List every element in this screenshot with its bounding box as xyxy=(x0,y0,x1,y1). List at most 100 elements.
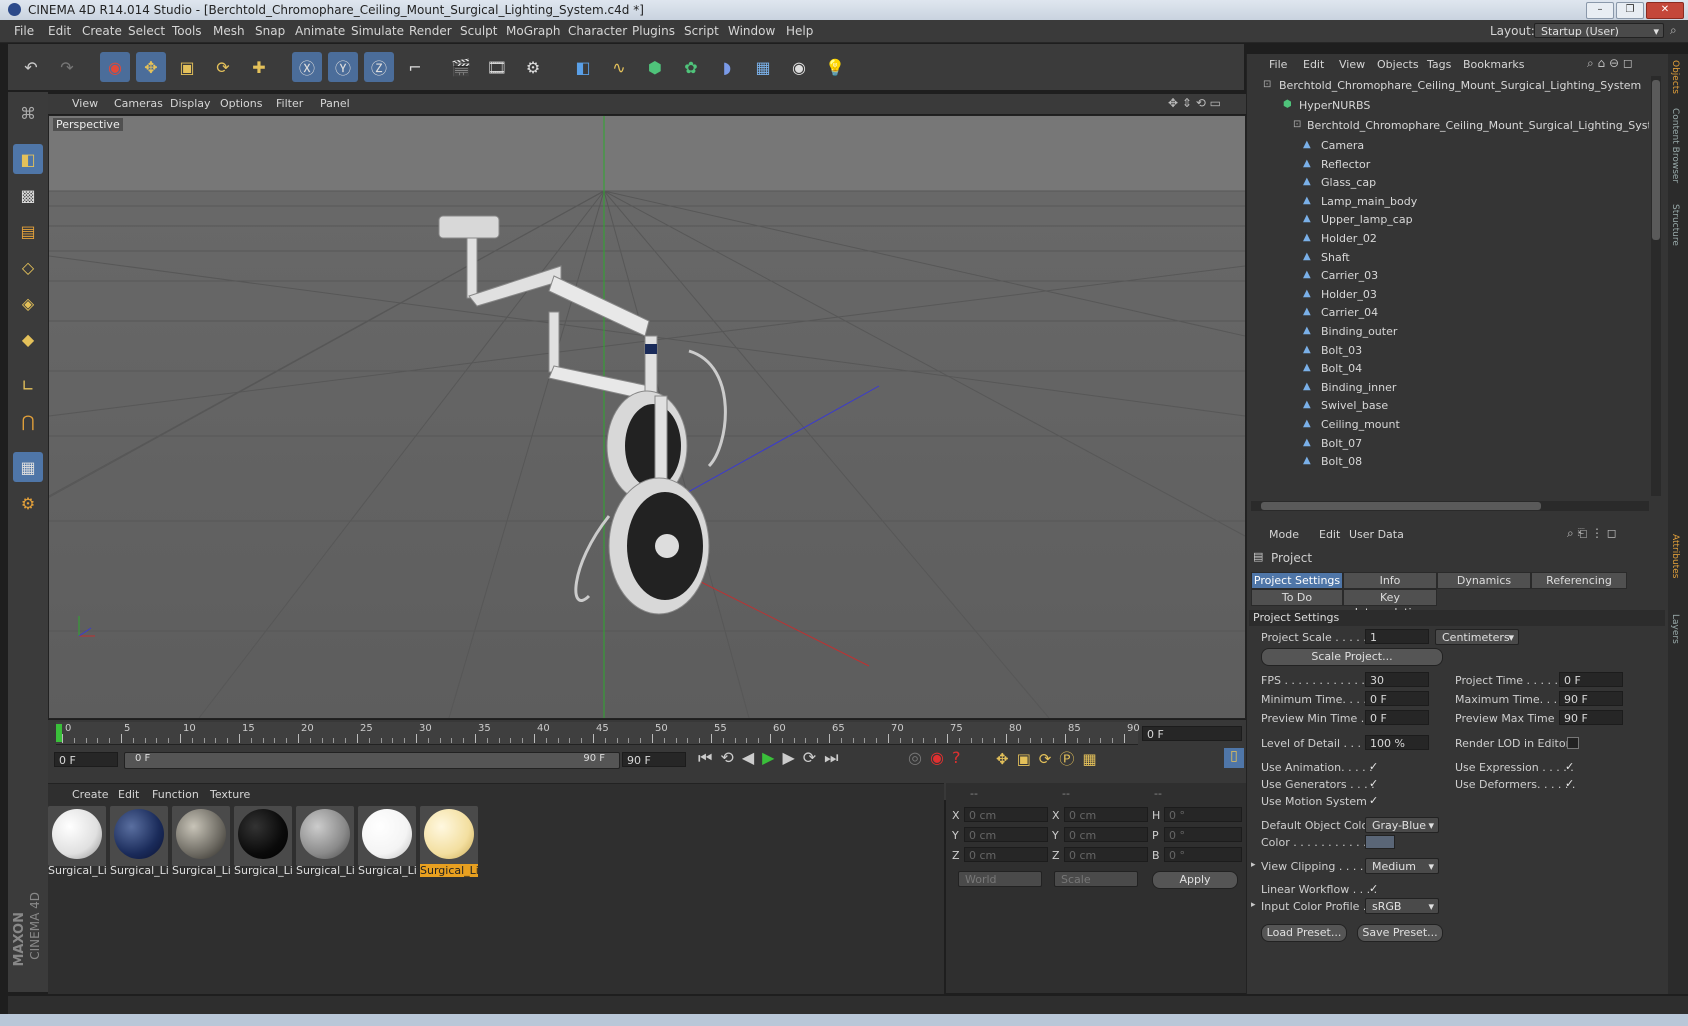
project-time-field[interactable]: 0 F xyxy=(1559,672,1623,687)
vp-menu-cameras[interactable]: Cameras xyxy=(114,97,163,110)
tree-row-object[interactable]: ▲ Ceiling_mount xyxy=(1247,415,1647,435)
material-thumb[interactable]: Surgical_Li xyxy=(110,806,168,877)
menu-mograph[interactable]: MoGraph xyxy=(506,24,561,38)
layout-dropdown[interactable]: Startup (User) ▾ xyxy=(1534,23,1664,38)
z-axis-lock-icon[interactable]: Ⓩ xyxy=(364,52,394,82)
obj-menu-bookmarks[interactable]: Bookmarks xyxy=(1463,58,1524,71)
move-tool-icon[interactable]: ✥ xyxy=(136,52,166,82)
load-preset-button[interactable]: Load Preset... xyxy=(1261,924,1347,942)
key-pla-icon[interactable]: ▦ xyxy=(1082,750,1104,768)
tree-row-object[interactable]: ▲ Reflector xyxy=(1247,155,1647,175)
tree-row-object[interactable]: ▲ Carrier_03 xyxy=(1247,266,1647,286)
attr-menu-user-data[interactable]: User Data xyxy=(1349,528,1404,541)
use-deformers-checkbox[interactable]: ✓ xyxy=(1565,778,1575,789)
render-lod-checkbox[interactable] xyxy=(1567,737,1579,749)
go-end-icon[interactable]: ⏭ xyxy=(824,748,846,767)
fps-field[interactable]: 30 xyxy=(1365,672,1429,687)
tree-row-object[interactable]: ▲ Carrier_04 xyxy=(1247,303,1647,323)
texture-mode-icon[interactable]: ▩ xyxy=(13,180,43,210)
object-tree-hscrollbar[interactable] xyxy=(1251,501,1649,511)
menu-mesh[interactable]: Mesh xyxy=(213,24,245,38)
position-y-field[interactable]: 0 cm xyxy=(964,827,1048,842)
tree-row-object[interactable]: ▲ Camera xyxy=(1247,136,1647,156)
minimize-button[interactable]: – xyxy=(1586,2,1614,19)
array-icon[interactable]: ✿ xyxy=(676,52,706,82)
add-tool-icon[interactable]: ✚ xyxy=(244,52,274,82)
preview-max-field[interactable]: 90 F xyxy=(1559,710,1623,725)
obj-menu-file[interactable]: File xyxy=(1269,58,1287,71)
tree-row-object[interactable]: ▲ Swivel_base xyxy=(1247,396,1647,416)
vp-menu-view[interactable]: View xyxy=(72,97,98,110)
menu-select[interactable]: Select xyxy=(128,24,165,38)
obj-toolbar-icons[interactable]: ⌕ ⌂ ⊖ ◻ xyxy=(1587,56,1633,71)
tab-to-do[interactable]: To Do xyxy=(1251,589,1343,606)
project-scale-unit-dropdown[interactable]: Centimeters ▾ xyxy=(1435,629,1519,645)
tree-row-hypernurbs[interactable]: ⬢ HyperNURBS xyxy=(1247,96,1647,116)
current-frame-field[interactable]: 0 F xyxy=(1142,726,1242,741)
tree-row-object[interactable]: ▲ Glass_cap xyxy=(1247,173,1647,193)
material-thumb[interactable]: Surgical_Li xyxy=(48,806,106,877)
key-scale-icon[interactable]: ▣ xyxy=(1017,750,1039,768)
tree-row-object[interactable]: ▲ Shaft xyxy=(1247,248,1647,268)
size-x-field[interactable]: 0 cm xyxy=(1064,807,1148,822)
redo-icon[interactable]: ↷ xyxy=(52,52,82,82)
use-generators-checkbox[interactable]: ✓ xyxy=(1369,778,1379,789)
view-clipping-expand-icon[interactable]: ▸ xyxy=(1251,860,1256,870)
tree-row-object[interactable]: ▲ Holder_02 xyxy=(1247,229,1647,249)
loop-icon[interactable]: ⟳ xyxy=(803,748,824,767)
prev-key-icon[interactable]: ⟲ xyxy=(720,748,741,767)
min-time-field[interactable]: 0 F xyxy=(1365,691,1429,706)
tree-row-object[interactable]: ▲ Bolt_07 xyxy=(1247,434,1647,454)
size-z-field[interactable]: 0 cm xyxy=(1064,847,1148,862)
material-thumb[interactable]: Surgical_Li xyxy=(358,806,416,877)
maximize-button[interactable]: ❐ xyxy=(1616,2,1644,19)
obj-menu-objects[interactable]: Objects xyxy=(1377,58,1419,71)
tree-row-object[interactable]: ▲ Binding_inner xyxy=(1247,378,1647,398)
position-x-field[interactable]: 0 cm xyxy=(964,807,1048,822)
axis-mode-icon[interactable]: ∟ xyxy=(13,370,43,400)
search-icon[interactable]: ⌕ xyxy=(1670,23,1677,38)
coord-space-dropdown[interactable]: World xyxy=(958,871,1042,887)
menu-snap[interactable]: Snap xyxy=(255,24,285,38)
tab-structure-vertical[interactable]: Structure xyxy=(1670,204,1680,246)
tree-row-object[interactable]: ▲ Bolt_03 xyxy=(1247,341,1647,361)
scale-project-button[interactable]: Scale Project... xyxy=(1261,648,1443,666)
prev-frame-icon[interactable]: ◀ xyxy=(742,748,762,767)
render-view-icon[interactable]: 🎬 xyxy=(446,52,476,82)
end-frame-field[interactable]: 90 F xyxy=(622,752,686,767)
tree-row-root[interactable]: ⊡ Berchtold_Chromophare_Ceiling_Mount_Su… xyxy=(1247,76,1647,96)
edges-mode-icon[interactable]: ◈ xyxy=(13,288,43,318)
deformer-icon[interactable]: ◗ xyxy=(712,52,742,82)
timeline-ruler[interactable]: 0 5 10 15 20 25 30 35 40 45 50 55 60 65 70 75 80 85 90 xyxy=(56,722,1140,745)
floor-icon[interactable]: ▦ xyxy=(748,52,778,82)
tree-row-object[interactable]: ▲ Binding_outer xyxy=(1247,322,1647,342)
menu-script[interactable]: Script xyxy=(684,24,719,38)
tab-dynamics[interactable]: Dynamics xyxy=(1437,572,1531,589)
key-move-icon[interactable]: ✥ xyxy=(996,750,1017,768)
render-picture-viewer-icon[interactable]: 🎞 xyxy=(482,52,512,82)
model-mode-icon[interactable]: ◧ xyxy=(13,144,43,174)
start-frame-field[interactable]: 0 F xyxy=(54,752,118,767)
obj-menu-view[interactable]: View xyxy=(1339,58,1365,71)
cube-primitive-icon[interactable]: ◧ xyxy=(568,52,598,82)
tab-objects-vertical[interactable]: Objects xyxy=(1670,60,1680,94)
viewport-perspective[interactable]: Perspective xyxy=(48,115,1246,719)
tab-key-interpolation[interactable]: Key Interpolation xyxy=(1343,589,1437,619)
key-rotate-icon[interactable]: ⟳ xyxy=(1039,750,1060,768)
color-swatch[interactable] xyxy=(1365,835,1395,849)
apply-button[interactable]: Apply xyxy=(1152,871,1238,889)
material-thumb[interactable]: Surgical_Li xyxy=(296,806,354,877)
object-tree-scrollbar[interactable] xyxy=(1651,76,1661,496)
attr-menu-mode[interactable]: Mode xyxy=(1269,528,1299,541)
input-color-profile-expand-icon[interactable]: ▸ xyxy=(1251,900,1256,910)
rotation-h-field[interactable]: 0 ° xyxy=(1164,807,1242,822)
points-mode-icon[interactable]: ◇ xyxy=(13,252,43,282)
tab-attributes-vertical[interactable]: Attributes xyxy=(1670,534,1680,578)
magnet-icon[interactable]: ⋂ xyxy=(13,406,43,436)
tree-row-group[interactable]: ⊡ Berchtold_Chromophare_Ceiling_Mount_Su… xyxy=(1247,116,1649,136)
material-thumb[interactable]: Surgical_Li xyxy=(172,806,230,877)
use-motion-checkbox[interactable]: ✓ xyxy=(1369,795,1379,806)
make-editable-icon[interactable]: ⌘ xyxy=(13,98,43,128)
linear-workflow-checkbox[interactable]: ✓ xyxy=(1369,883,1379,894)
tree-row-object[interactable]: ▲ Bolt_08 xyxy=(1247,452,1647,472)
